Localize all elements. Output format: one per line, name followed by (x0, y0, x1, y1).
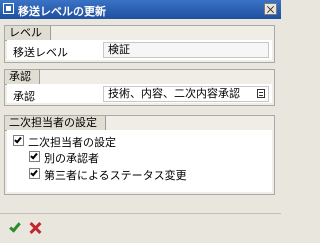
secondary-settings-group: 二次担当者の設定 二次担当者の設定 別の承認者 第三者によるステータス変更 (4, 115, 275, 195)
third-party-status-label: 第三者によるステータス変更 (44, 169, 187, 182)
transport-level-field: 検証 (103, 42, 269, 58)
checkmark-icon (9, 220, 21, 233)
close-button[interactable] (264, 3, 277, 15)
third-party-status-checkbox[interactable] (29, 168, 40, 179)
secondary-group-body: 二次担当者の設定 別の承認者 第三者によるステータス変更 (7, 130, 272, 192)
title-bar: 移送レベルの更新 (0, 0, 281, 19)
cancel-button[interactable] (27, 220, 43, 236)
approval-group-title: 承認 (4, 69, 40, 85)
secondary-settings-label: 二次担当者の設定 (28, 136, 116, 149)
approval-field[interactable]: 技術、内容、二次内容承認 (103, 86, 269, 102)
level-group-title: レベル (4, 25, 51, 41)
approval-group: 承認 承認 技術、内容、二次内容承認 (4, 69, 275, 106)
dialog-window: 移送レベルの更新 レベル 移送レベル 検証 承認 承認 技術、内容、二次内容承認… (0, 0, 281, 243)
secondary-group-title: 二次担当者の設定 (4, 115, 106, 131)
confirm-button[interactable] (8, 220, 24, 236)
transport-level-label: 移送レベル (13, 46, 68, 59)
approval-label: 承認 (13, 90, 35, 103)
value-help-icon[interactable] (257, 89, 265, 98)
approval-field-value: 技術、内容、二次内容承認 (108, 87, 240, 100)
other-approver-checkbox[interactable] (29, 151, 40, 162)
check-mark-icon (30, 168, 38, 177)
check-mark-icon (30, 151, 38, 160)
footer-divider (0, 213, 281, 214)
window-icon (3, 3, 14, 14)
level-group: レベル 移送レベル 検証 (4, 25, 275, 63)
secondary-settings-checkbox[interactable] (13, 135, 24, 146)
window-title: 移送レベルの更新 (18, 5, 106, 18)
approval-group-body: 承認 技術、内容、二次内容承認 (7, 84, 272, 103)
other-approver-label: 別の承認者 (44, 152, 99, 165)
level-group-body: 移送レベル 検証 (7, 40, 272, 60)
check-mark-icon (14, 135, 22, 144)
